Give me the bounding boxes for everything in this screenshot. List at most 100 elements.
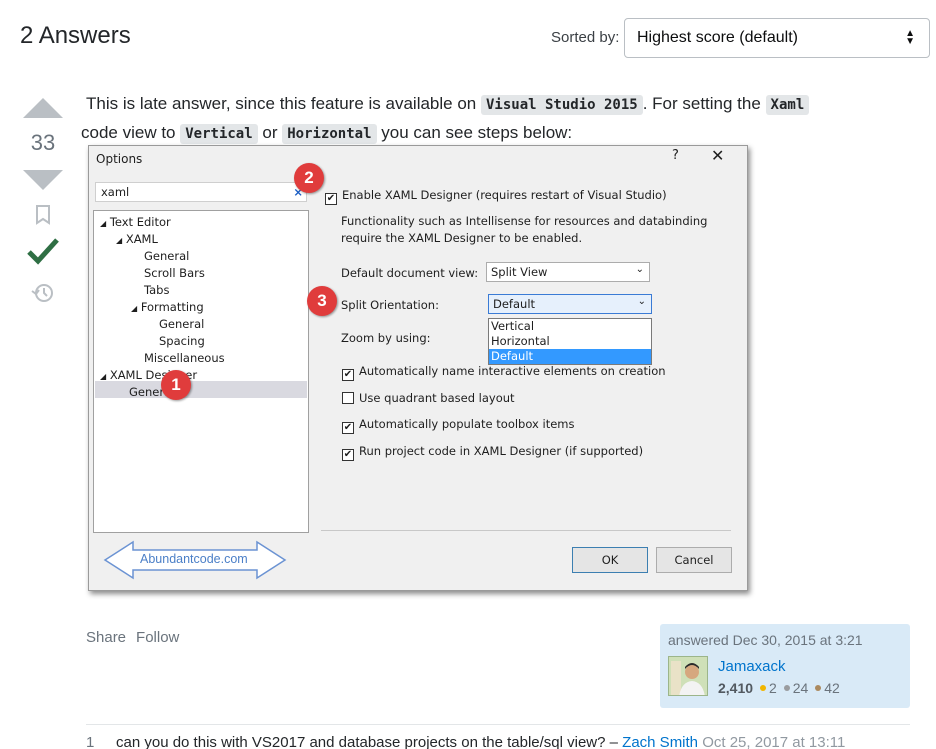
reputation: 2,410	[718, 680, 754, 696]
tree-item: Tabs	[144, 283, 170, 297]
tree-item: Scroll Bars	[144, 266, 205, 280]
option-label: Run project code in XAML Designer (if su…	[359, 444, 644, 458]
dialog-separator	[321, 530, 731, 531]
post-text: or	[257, 123, 283, 142]
ok-button: OK	[572, 547, 648, 573]
sort-arrows-icon: ▲ ▼	[905, 28, 915, 47]
tree-label: Formatting	[140, 300, 204, 314]
gold-badge-icon	[760, 685, 767, 691]
comment: 1 can you do this with VS2017 and databas…	[86, 734, 845, 749]
comment-user-link[interactable]: Zach Smith	[622, 734, 698, 749]
tree-item: ◢ XAML	[116, 231, 158, 248]
split-orientation-label: Split Orientation:	[341, 298, 439, 312]
user-card: answered Dec 30, 2015 at 3:21 Jamaxack 2…	[660, 624, 910, 708]
dialog-title: Options	[96, 152, 143, 166]
user-name-link[interactable]: Jamaxack	[718, 658, 786, 675]
expand-icon: ◢	[100, 219, 107, 228]
step-badge-1: 1	[161, 370, 191, 400]
vote-cell: 33	[22, 98, 64, 304]
post-text: . For setting the	[642, 94, 766, 113]
vote-count: 33	[30, 130, 56, 155]
expand-icon: ◢	[100, 372, 107, 381]
follow-link[interactable]: Follow	[136, 629, 179, 646]
toolbox-checkbox: ✔ Automatically populate toolbox items	[342, 417, 574, 434]
avatar-image-icon	[669, 657, 707, 695]
gold-count: 2	[769, 680, 777, 696]
post-text: you can see steps below:	[376, 123, 573, 142]
share-link[interactable]: Share	[86, 629, 126, 646]
chevron-down-icon: ⌄	[635, 264, 644, 275]
downvote-icon[interactable]	[23, 170, 63, 190]
checkbox-icon: ✔	[342, 422, 354, 434]
split-orientation-combo: Default ⌄	[488, 294, 652, 314]
step-badge-3: 3	[307, 286, 337, 316]
silver-badge-icon	[783, 685, 790, 691]
step-badge-2: 2	[294, 163, 324, 193]
sort-select[interactable]: Highest score (default) ▲ ▼	[624, 18, 930, 58]
dropdown-option: Vertical	[491, 319, 535, 333]
option-label: Automatically populate toolbox items	[359, 417, 575, 431]
combo-value: Default	[493, 297, 536, 311]
options-dialog-screenshot: Options ? ✕ xaml × ◢ Text Editor ◢ XAML …	[88, 145, 748, 591]
combo-value: Split View	[491, 265, 548, 279]
upvote-icon[interactable]	[23, 98, 63, 118]
answers-header: 2 Answers	[20, 22, 131, 49]
accepted-check-icon	[27, 238, 59, 265]
description-line: require the XAML Designer to be enabled.	[341, 231, 583, 245]
comment-text: can you do this with VS2017 and database…	[116, 734, 623, 749]
checkbox-icon: ✔	[342, 369, 354, 381]
tree-item: General	[159, 317, 205, 331]
checkbox-icon	[342, 392, 354, 404]
default-view-combo: Split View ⌄	[486, 262, 650, 282]
help-icon: ?	[672, 148, 679, 163]
description-line: Functionality such as Intellisense for r…	[341, 214, 708, 228]
options-tree: ◢ Text Editor ◢ XAML General Scroll Bars…	[93, 210, 309, 533]
avatar[interactable]	[668, 656, 708, 696]
brand-text: Abundantcode.com	[140, 552, 248, 566]
tree-label: XAML	[125, 232, 158, 246]
code-vs2015: Visual Studio 2015	[480, 95, 643, 115]
option-label: Automatically name interactive elements …	[359, 364, 666, 378]
tree-label: Text Editor	[109, 215, 171, 229]
comments-divider	[86, 724, 910, 725]
history-icon[interactable]	[31, 282, 55, 304]
bronze-count: 42	[824, 680, 840, 696]
run-code-checkbox: ✔ Run project code in XAML Designer (if s…	[342, 444, 643, 461]
user-stats: 2,410 2 24 42	[718, 680, 840, 696]
post-text: code view to	[81, 123, 181, 142]
post-text: This is late answer, since this feature …	[86, 94, 481, 113]
chevron-down-icon: ⌄	[637, 296, 646, 307]
quadrant-checkbox: Use quadrant based layout	[342, 391, 515, 405]
sort-label: Sorted by:	[551, 29, 620, 46]
tree-item: ◢ Text Editor	[100, 214, 171, 231]
tree-item: ◢ Formatting	[131, 299, 204, 316]
checkbox-icon: ✔	[342, 449, 354, 461]
option-label: Use quadrant based layout	[359, 391, 515, 405]
dropdown-option-selected: Default	[489, 349, 651, 364]
silver-count: 24	[792, 680, 809, 696]
tree-item: Miscellaneous	[144, 351, 225, 365]
sort-value: Highest score (default)	[637, 29, 798, 46]
bookmark-icon[interactable]	[34, 204, 52, 226]
post-body: This is late answer, since this feature …	[81, 90, 906, 148]
bronze-badge-icon	[815, 685, 822, 691]
post-menu: Share Follow	[86, 629, 189, 646]
dialog-search-input: xaml ×	[95, 182, 307, 202]
code-xaml: Xaml	[765, 95, 810, 115]
cancel-button: Cancel	[656, 547, 732, 573]
close-icon: ✕	[711, 146, 725, 165]
answered-timestamp[interactable]: answered Dec 30, 2015 at 3:21	[668, 632, 902, 648]
auto-name-checkbox: ✔ Automatically name interactive elements…	[342, 364, 666, 381]
zoom-label: Zoom by using:	[341, 331, 431, 345]
split-orientation-dropdown: Vertical Horizontal Default	[488, 318, 652, 365]
comment-score: 1	[86, 734, 95, 749]
tree-item: Spacing	[159, 334, 205, 348]
search-value: xaml	[101, 185, 130, 199]
default-view-label: Default document view:	[341, 266, 479, 280]
expand-icon: ◢	[131, 304, 138, 313]
expand-icon: ◢	[116, 236, 123, 245]
code-vertical: Vertical	[180, 124, 258, 144]
comment-date[interactable]: Oct 25, 2017 at 13:11	[698, 734, 845, 749]
tree-item: General	[144, 249, 190, 263]
checkbox-icon: ✔	[325, 193, 337, 205]
